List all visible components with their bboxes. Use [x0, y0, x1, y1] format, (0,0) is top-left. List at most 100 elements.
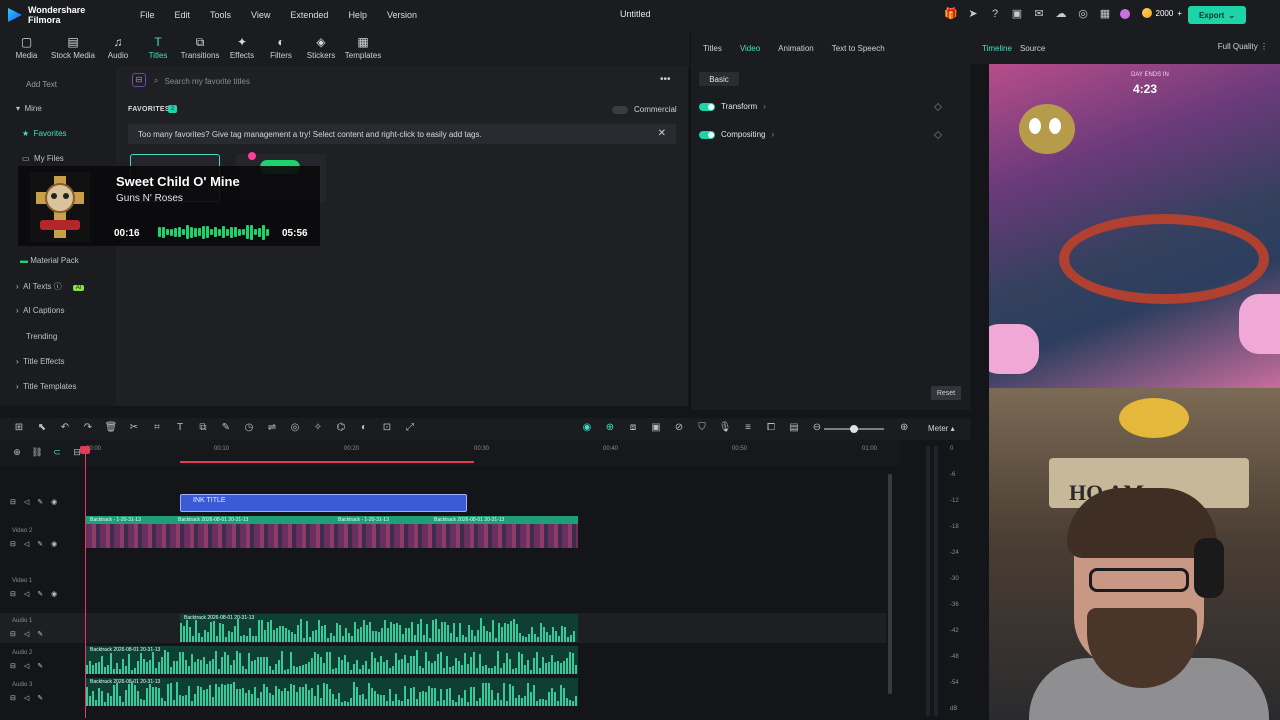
menu-tools[interactable]: Tools [200, 10, 241, 20]
text-icon[interactable]: T [173, 422, 187, 433]
compositing-toggle[interactable] [699, 130, 715, 139]
work-area-range[interactable] [180, 461, 474, 463]
track-toggle-icon[interactable]: ⊟ [10, 540, 16, 548]
stabilize-icon[interactable]: ⌬ [334, 422, 348, 433]
mail-icon[interactable]: ✉ [1032, 7, 1046, 21]
grid-icon[interactable]: ▦ [1098, 7, 1112, 21]
lock-icon[interactable]: ✎ [37, 630, 43, 638]
add-text-item[interactable]: Add Text [26, 80, 57, 89]
sidebar-item-title-effects[interactable]: › Title Effects [16, 357, 64, 366]
color-icon[interactable]: ◐ [357, 422, 371, 433]
send-icon[interactable]: ➤ [966, 7, 980, 21]
commercial-filter[interactable]: Commercial [612, 105, 677, 114]
tab-stock-media[interactable]: ▤ Stock Media [49, 30, 97, 66]
quality-select[interactable]: Full Quality ⋮ [1218, 42, 1268, 51]
tab-video-props[interactable]: Video [740, 44, 760, 53]
split-icon[interactable]: ⇌ [265, 422, 279, 433]
playhead[interactable] [85, 446, 86, 718]
tab-stickers[interactable]: ◈ Stickers [301, 30, 341, 66]
select-icon[interactable]: ⬉ [35, 422, 49, 433]
tab-effects[interactable]: ✦ Effects [223, 30, 261, 66]
commercial-toggle[interactable] [612, 105, 628, 114]
tab-media[interactable]: ▢ Media [4, 30, 49, 66]
sidebar-item-my-files[interactable]: ▭ My Files [22, 154, 64, 163]
search-input[interactable]: ⌕ Search my favorite titles [154, 74, 664, 88]
tab-text-to-speech[interactable]: Text to Speech [832, 44, 885, 53]
eye-icon[interactable]: ◉ [51, 590, 57, 598]
tab-animation[interactable]: Animation [778, 44, 814, 53]
transform-icon[interactable]: ⧉ [196, 422, 210, 433]
tab-source-preview[interactable]: Source [1020, 44, 1045, 53]
lock-icon[interactable]: ✎ [37, 498, 43, 506]
add-track-icon[interactable]: ⊕ [10, 447, 24, 458]
tab-basic[interactable]: Basic [699, 72, 739, 86]
tab-transitions[interactable]: ⧉ Transitions [177, 30, 223, 66]
gift-icon[interactable]: 🎁 [944, 7, 958, 21]
menu-edit[interactable]: Edit [165, 10, 201, 20]
more-icon[interactable]: ••• [660, 74, 671, 85]
snap-icon[interactable]: ⊕ [603, 422, 617, 433]
lock-icon[interactable]: ✎ [37, 694, 43, 702]
layout-icon[interactable]: ⊞ [12, 422, 26, 433]
track-toggle-icon[interactable]: ⊟ [10, 662, 16, 670]
delete-icon[interactable]: 🗑 [104, 422, 118, 433]
mixer-icon[interactable]: ≡ [741, 422, 755, 433]
save-icon[interactable]: ▣ [1010, 7, 1024, 21]
close-icon[interactable]: ✕ [658, 128, 666, 139]
sidebar-item-ai-captions[interactable]: › AI Captions [16, 306, 64, 315]
volume-icon[interactable]: ◁ [24, 630, 29, 638]
export-frame-icon[interactable]: ⤢ [403, 422, 417, 433]
menu-extended[interactable]: Extended [280, 10, 338, 20]
title-clip[interactable]: INK TITLE [180, 494, 467, 512]
zoom-out-icon[interactable]: ⊖ [810, 422, 824, 433]
track-toggle-icon[interactable]: ⊟ [10, 498, 16, 506]
ai-icon[interactable]: ✧ [311, 422, 325, 433]
link-icon[interactable]: ⛓ [30, 447, 44, 458]
track-toggle-icon[interactable]: ⊟ [10, 694, 16, 702]
bell-icon[interactable]: ◎ [1076, 7, 1090, 21]
menu-view[interactable]: View [241, 10, 280, 20]
keyframe-icon[interactable]: ⊡ [380, 422, 394, 433]
compositing-row[interactable]: Compositing › [699, 130, 963, 139]
sidebar-item-favorites[interactable]: ★ Favorites [22, 129, 67, 138]
pen-icon[interactable]: ✎ [219, 422, 233, 433]
lock-icon[interactable]: ✎ [37, 540, 43, 548]
mic-icon[interactable]: 🎙 [718, 422, 732, 433]
track-toggle-icon[interactable]: ⊟ [10, 630, 16, 638]
cloud-icon[interactable]: ☁ [1054, 7, 1068, 21]
transform-row[interactable]: Transform › [699, 102, 963, 111]
scene-icon[interactable]: ▣ [649, 422, 663, 433]
timeline-ruler[interactable]: ⊕ ⛓ ⊂ ⊟ 00:00 00:10 00:20 00:30 00:40 00… [0, 440, 900, 466]
mute-icon[interactable]: ◁ [24, 540, 29, 548]
keyframe-diamond-icon[interactable] [933, 102, 943, 111]
sidebar-item-material-pack[interactable]: ▬ Material Pack [20, 256, 79, 265]
audio-clip-3[interactable]: Backtrack 2026-08-01 20-31-13 [86, 678, 578, 706]
subtitle-icon[interactable]: ▤ [787, 422, 801, 433]
menu-help[interactable]: Help [338, 10, 377, 20]
crop-icon[interactable]: ⌗ [150, 422, 164, 433]
speed-icon[interactable]: ◷ [242, 422, 256, 433]
marker-icon[interactable]: ⛉ [695, 422, 709, 433]
keyframe-diamond-icon[interactable] [933, 130, 943, 139]
eye-icon[interactable]: ◉ [51, 498, 57, 506]
timeline-scrollbar[interactable] [888, 474, 892, 694]
sidebar-item-title-templates[interactable]: › Title Templates [16, 382, 76, 391]
track-toggle-icon[interactable]: ⊟ [10, 590, 16, 598]
reset-button[interactable]: Reset [931, 386, 961, 400]
menu-file[interactable]: File [130, 10, 165, 20]
credits-counter[interactable]: 2000 + [1141, 8, 1182, 18]
sidebar-item-mine[interactable]: ▾ Mine [16, 104, 42, 113]
filter-icon[interactable]: ⊟ [132, 73, 146, 87]
tab-templates[interactable]: ▦ Templates [341, 30, 385, 66]
redo-icon[interactable]: ↷ [81, 422, 95, 433]
lock-icon[interactable]: ✎ [37, 590, 43, 598]
render-icon[interactable]: ⧈ [626, 422, 640, 433]
cut-icon[interactable]: ✂ [127, 422, 141, 433]
tab-timeline-preview[interactable]: Timeline [982, 44, 1012, 53]
magnet-icon[interactable]: ⊂ [50, 447, 64, 458]
zoom-slider-handle[interactable] [850, 425, 858, 433]
mute-icon[interactable]: ◁ [24, 590, 29, 598]
ai-mate-icon[interactable]: ◉ [580, 422, 594, 433]
audio-clip-2[interactable]: Backtrack 2026-08-01 20-31-13 [86, 646, 578, 674]
zoom-in-icon[interactable]: ⊕ [900, 422, 908, 433]
